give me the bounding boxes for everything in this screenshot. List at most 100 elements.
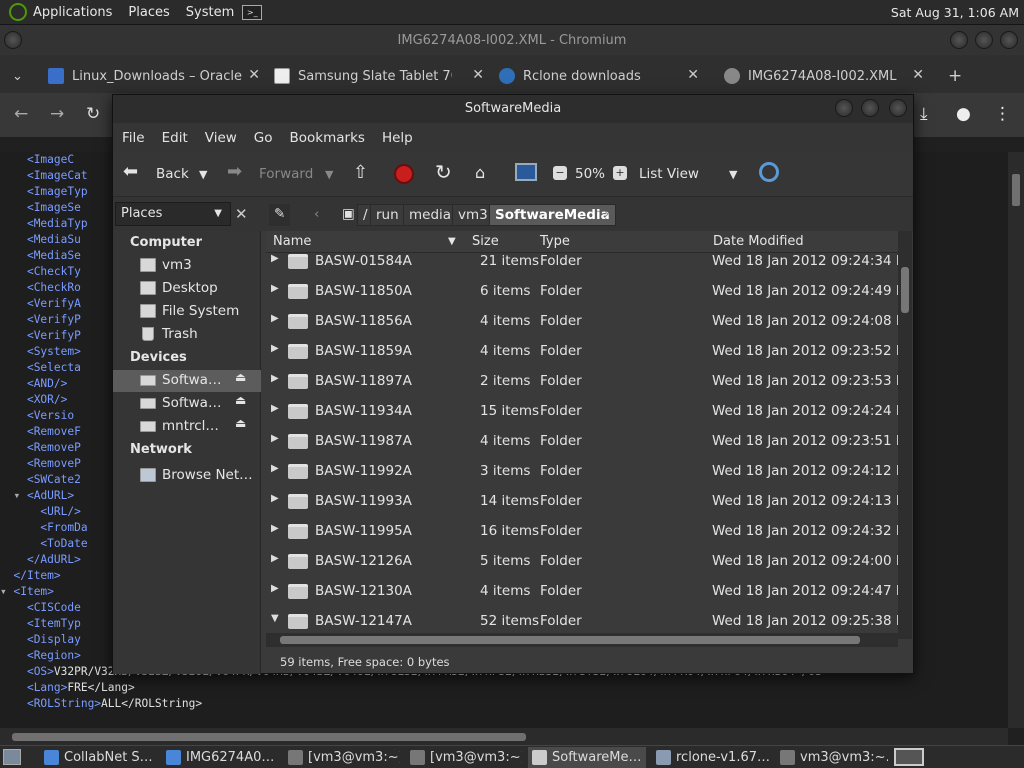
sidebar-item-trash[interactable]: Trash [113, 324, 261, 346]
menu-go[interactable]: Go [254, 130, 273, 146]
file-row[interactable]: ▶ BASW-11859A 4 items Folder Wed 18 Jan 2012… [266, 343, 898, 373]
chromium-titlebar[interactable]: IMG6274A08-I002.XML - Chromium [0, 25, 1024, 55]
eject-icon[interactable]: ⏏ [235, 393, 246, 407]
home-icon[interactable]: ⌂ [475, 163, 485, 182]
forward-arrow-icon[interactable]: ➡ [227, 161, 242, 182]
collapsed-triangle-icon[interactable]: ▶ [271, 283, 279, 294]
back-arrow-icon[interactable]: ← [14, 104, 28, 124]
distro-logo-icon[interactable] [9, 3, 27, 21]
system-menu[interactable]: System [186, 5, 234, 20]
xml-vertical-scrollbar[interactable] [1008, 152, 1024, 728]
terminal-launcher-icon[interactable]: >_ [242, 4, 263, 20]
collapsed-triangle-icon[interactable]: ▶ [271, 433, 279, 444]
collapsed-triangle-icon[interactable]: ▶ [271, 313, 279, 324]
close-icon[interactable]: ✕ [248, 67, 260, 83]
sidebar-item-vm3[interactable]: vm3 [113, 255, 261, 277]
workspace-switcher-icon[interactable] [894, 748, 924, 766]
column-header-name[interactable]: Name [273, 234, 311, 249]
menu-help[interactable]: Help [382, 130, 413, 146]
taskbar-button[interactable]: SoftwareMe… [528, 747, 646, 768]
tab-img-xml[interactable]: IMG6274A08-I002.XML ✕ [724, 59, 924, 93]
collapsed-triangle-icon[interactable]: ▶ [271, 253, 279, 264]
taskbar-button[interactable]: CollabNet S… [40, 747, 156, 768]
back-button[interactable]: Back [156, 166, 189, 182]
crumb-run[interactable]: run [370, 204, 405, 226]
collapsed-triangle-icon[interactable]: ▶ [271, 343, 279, 354]
close-side-pane-icon[interactable]: ✕ [235, 205, 248, 223]
file-list-horizontal-scrollbar[interactable] [266, 633, 898, 647]
tab-linux-downloads[interactable]: Linux_Downloads – Oracle ✕ [48, 59, 260, 93]
kebab-menu-icon[interactable]: ⋮ [994, 104, 1011, 124]
taskbar-button[interactable]: [vm3@vm3:~] [406, 747, 522, 768]
scroll-thumb[interactable] [901, 267, 909, 313]
taskbar-button[interactable]: IMG6274A0… [162, 747, 278, 768]
minimize-button[interactable] [835, 99, 853, 117]
eject-icon[interactable]: ⏏ [235, 370, 246, 384]
back-arrow-icon[interactable]: ⬅ [123, 161, 138, 182]
tab-samsung-slate[interactable]: Samsung Slate Tablet 700 ✕ [274, 59, 484, 93]
menu-bookmarks[interactable]: Bookmarks [290, 130, 365, 146]
profile-icon[interactable]: ● [956, 104, 971, 124]
collapse-triangle-icon[interactable]: ▾ [13, 489, 26, 502]
maximize-button[interactable] [975, 31, 993, 49]
column-header-date-modified[interactable]: Date Modified [713, 234, 804, 249]
tab-search-chevron-icon[interactable]: ⌄ [12, 59, 32, 93]
forward-arrow-icon[interactable]: → [50, 104, 64, 124]
side-pane-select[interactable]: Places ▼ [115, 202, 231, 226]
collapsed-triangle-icon[interactable]: ▶ [271, 583, 279, 594]
reload-icon[interactable]: ↻ [86, 104, 100, 124]
xml-horizontal-scrollbar[interactable] [0, 728, 1008, 745]
sidebar-item-desktop[interactable]: Desktop [113, 278, 261, 300]
forward-button[interactable]: Forward [259, 166, 313, 182]
sort-descending-icon[interactable]: ▼ [448, 236, 456, 247]
tab-rclone-downloads[interactable]: Rclone downloads ✕ [499, 59, 699, 93]
scroll-thumb[interactable] [12, 733, 526, 741]
close-button[interactable] [889, 99, 907, 117]
scroll-thumb[interactable] [1012, 174, 1020, 206]
zoom-in-icon[interactable]: + [613, 166, 627, 180]
sidebar-item-device-3[interactable]: mntrcl… ⏏ [113, 416, 261, 438]
view-mode-dropdown-icon[interactable]: ▼ [729, 168, 737, 181]
collapsed-triangle-icon[interactable]: ▶ [271, 523, 279, 534]
collapsed-triangle-icon[interactable]: ▶ [271, 463, 279, 474]
crumb-scroll-right-icon[interactable]: › [599, 204, 614, 226]
taskbar-button[interactable]: vm3@vm3:~… [776, 747, 888, 768]
crumb-scroll-left-icon[interactable]: ‹ [309, 204, 324, 226]
close-icon[interactable]: ✕ [912, 67, 924, 83]
collapsed-triangle-icon[interactable]: ▶ [271, 493, 279, 504]
crumb-softwaremedia[interactable]: SoftwareMedia [489, 204, 616, 226]
collapse-triangle-icon[interactable]: ▾ [0, 585, 13, 598]
download-icon[interactable]: ⤓ [920, 104, 928, 124]
applications-menu[interactable]: Applications [33, 5, 112, 20]
sidebar-item-device-2[interactable]: Softwa… ⏏ [113, 393, 261, 415]
file-row[interactable]: ▶ BASW-01584A 21 items Folder Wed 18 Jan 201… [266, 253, 898, 283]
sidebar-item-device-1[interactable]: Softwa… ⏏ [113, 370, 261, 392]
file-row[interactable]: ▶ BASW-11995A 16 items Folder Wed 18 Jan 201… [266, 523, 898, 553]
new-tab-button[interactable]: + [948, 59, 968, 93]
close-button[interactable] [1000, 31, 1018, 49]
menu-view[interactable]: View [205, 130, 237, 146]
clock[interactable]: Sat Aug 31, 1:06 AM [891, 5, 1019, 20]
search-icon[interactable] [759, 162, 779, 182]
collapsed-triangle-icon[interactable]: ▶ [271, 553, 279, 564]
up-arrow-icon[interactable]: ⇧ [353, 162, 368, 183]
file-row[interactable]: ▶ BASW-11993A 14 items Folder Wed 18 Jan 201… [266, 493, 898, 523]
sidebar-item-file-system[interactable]: File System [113, 301, 261, 323]
expanded-triangle-icon[interactable]: ▼ [271, 613, 279, 624]
file-row[interactable]: ▶ BASW-11856A 4 items Folder Wed 18 Jan 2012… [266, 313, 898, 343]
crumb-vm3[interactable]: vm3 [452, 204, 494, 226]
file-list-view[interactable]: Name ▼ Size Type Date Modified ▶ BASW-015… [266, 231, 912, 651]
file-manager-titlebar[interactable]: SoftwareMedia [113, 95, 913, 123]
sidebar-item-browse-network[interactable]: Browse Net… [113, 465, 261, 487]
back-history-dropdown-icon[interactable]: ▼ [199, 168, 207, 181]
window-menu-button[interactable] [4, 31, 22, 49]
column-header-size[interactable]: Size [472, 234, 499, 249]
eject-icon[interactable]: ⏏ [235, 416, 246, 430]
file-row[interactable]: ▶ BASW-11934A 15 items Folder Wed 18 Jan 201… [266, 403, 898, 433]
menu-edit[interactable]: Edit [162, 130, 188, 146]
close-icon[interactable]: ✕ [687, 67, 699, 83]
maximize-button[interactable] [861, 99, 879, 117]
close-icon[interactable]: ✕ [472, 67, 484, 83]
minimize-button[interactable] [950, 31, 968, 49]
collapsed-triangle-icon[interactable]: ▶ [271, 373, 279, 384]
